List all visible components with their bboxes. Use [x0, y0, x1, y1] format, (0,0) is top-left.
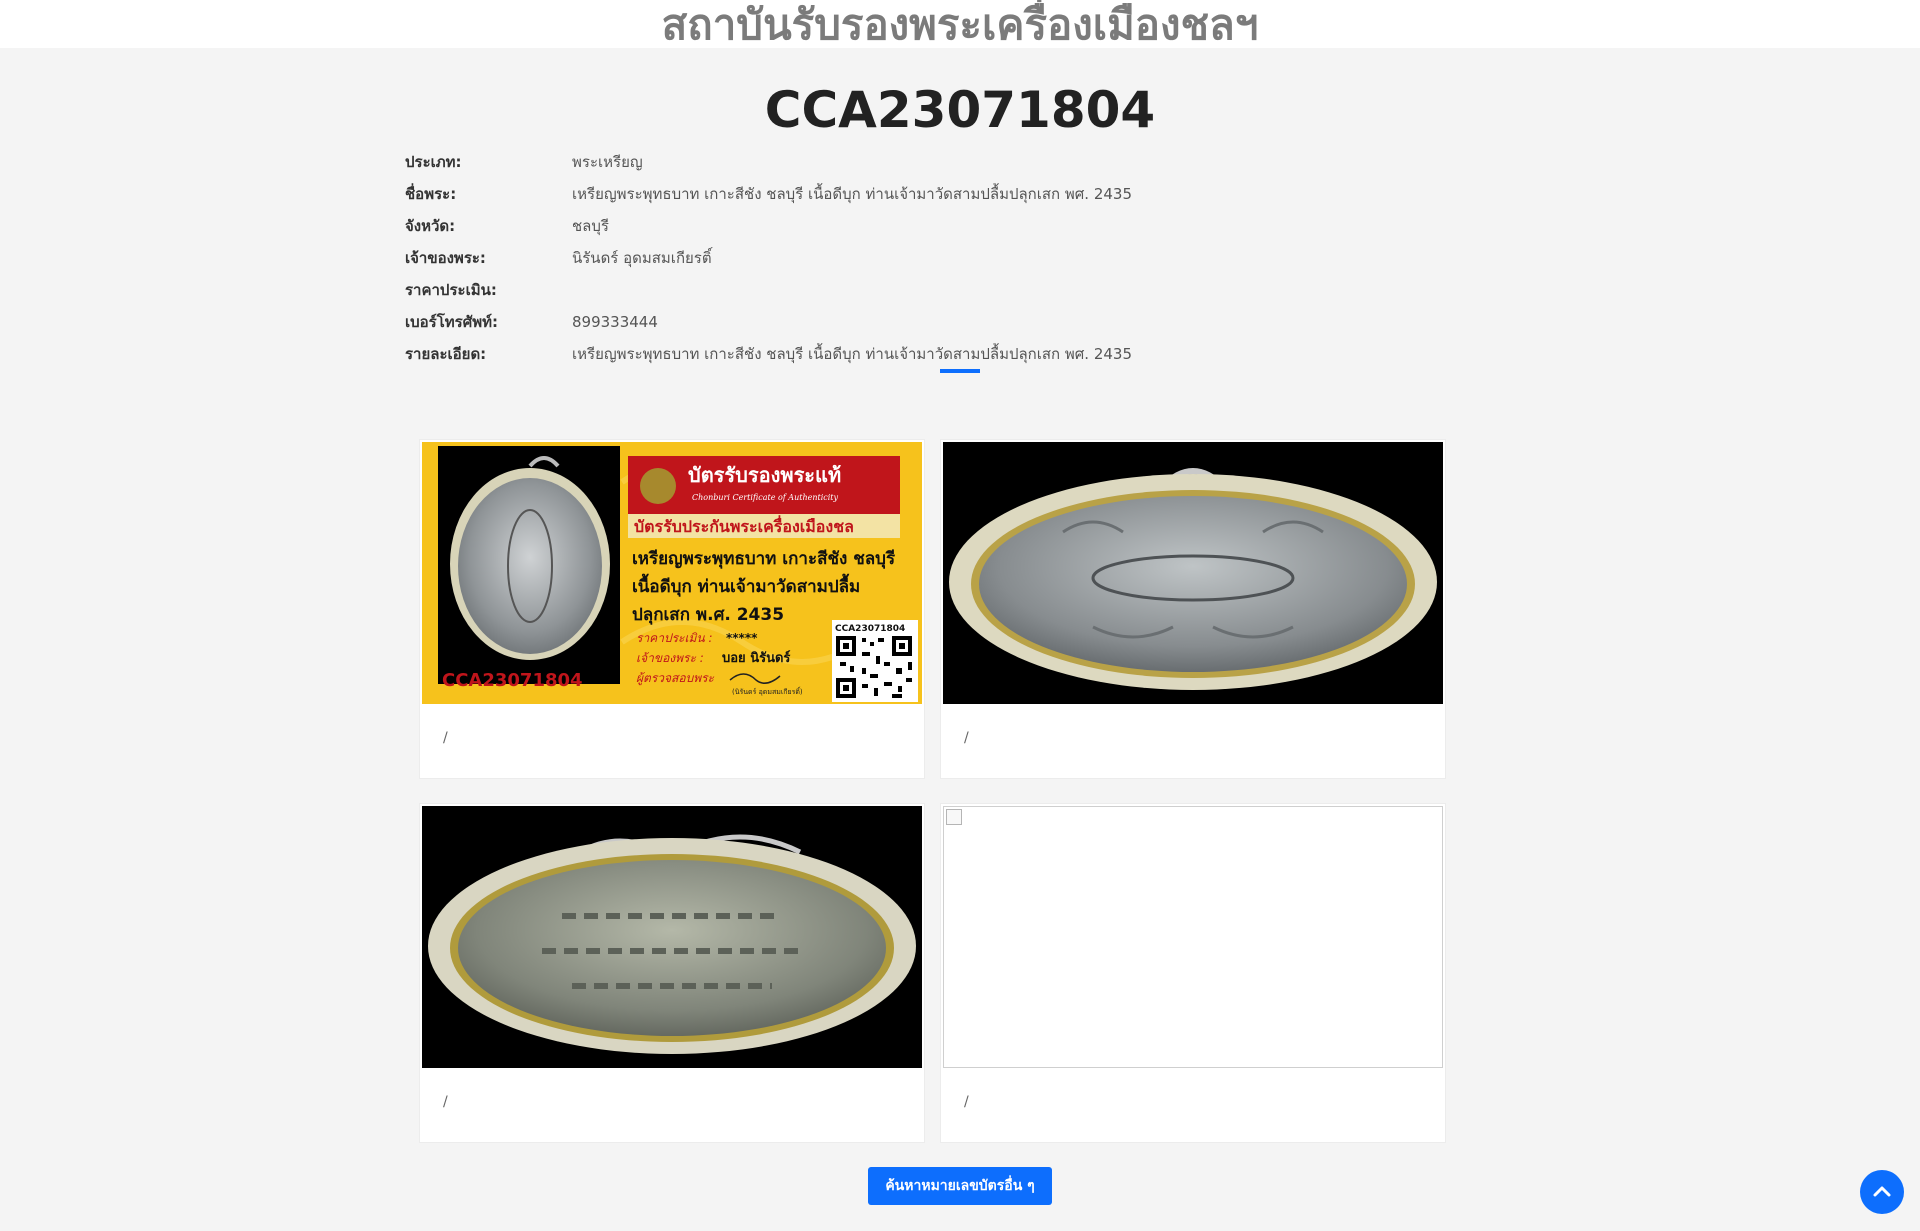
amulet-back-image[interactable] — [422, 806, 922, 1068]
gallery-card: บัตรรับรองพระแท้ Chonburi Certificate of… — [419, 439, 925, 779]
detail-row-name: ชื่อพระ: เหรียญพระพุทธบาท เกาะสีชัง ชลบุ… — [405, 182, 1505, 214]
card-caption: / — [964, 730, 969, 746]
detail-label: รายละเอียด: — [405, 345, 487, 363]
detail-value: เหรียญพระพุทธบาท เกาะสีชัง ชลบุรี เนื้อด… — [572, 185, 1133, 203]
detail-row-province: จังหวัด: ชลบุรี — [405, 214, 1505, 246]
card-signature-name: (นิรันดร์ อุดมสมเกียรติ์) — [732, 686, 803, 696]
card-banner-band: บัตรรับประกันพระเครื่องเมืองชล — [634, 515, 854, 536]
detail-label: ประเภท: — [405, 153, 462, 171]
detail-label: จังหวัด: — [405, 217, 456, 235]
card-caption: / — [443, 730, 448, 746]
site-title: สถาบันรับรองพระเครื่องเมืองชลฯ — [661, 0, 1259, 49]
card-banner-title: บัตรรับรองพระแท้ — [688, 463, 841, 487]
detail-label: ราคาประเมิน: — [405, 281, 497, 299]
broken-image-icon — [946, 809, 962, 825]
card-price-label: ราคาประเมิน : — [636, 631, 713, 645]
broken-image-placeholder[interactable] — [943, 806, 1443, 1068]
detail-value: ชลบุรี — [572, 217, 609, 235]
detail-row-type: ประเภท: พระเหรียญ — [405, 150, 1505, 182]
detail-row-price: ราคาประเมิน: — [405, 278, 1505, 310]
card-inspector-label: ผู้ตรวจสอบพระ — [636, 671, 715, 686]
card-line-3: ปลุกเสก พ.ศ. 2435 — [632, 605, 784, 625]
card-line-2: เนื้อดีบุก ท่านเจ้ามาวัดสามปลื้ม — [632, 573, 860, 597]
card-caption: / — [964, 1094, 969, 1110]
detail-value: นิรันดร์ อุดมสมเกียรติ์ — [572, 249, 712, 267]
detail-value: 899333444 — [572, 313, 658, 331]
scroll-to-top-button[interactable] — [1860, 1170, 1904, 1214]
card-code: CCA23071804 — [442, 670, 583, 691]
card-owner-value: บอย นิรันดร์ — [722, 650, 790, 666]
certificate-code-heading: CCA23071804 — [764, 81, 1156, 139]
detail-label: ชื่อพระ: — [405, 185, 457, 203]
search-other-cards-button[interactable]: ค้นหาหมายเลขบัตรอื่น ๆ — [868, 1167, 1052, 1205]
gallery-card: / — [419, 803, 925, 1143]
gallery-card: / — [940, 439, 1446, 779]
amulet-back-graphic — [422, 806, 922, 1068]
detail-row-phone: เบอร์โทรศัพท์: 899333444 — [405, 310, 1505, 342]
qr-code-label: CCA23071804 — [835, 624, 905, 634]
detail-value: พระเหรียญ — [572, 153, 643, 171]
detail-row-owner: เจ้าของพระ: นิรันดร์ อุดมสมเกียรติ์ — [405, 246, 1505, 278]
card-owner-label: เจ้าของพระ : — [636, 651, 704, 665]
section-divider — [940, 369, 980, 373]
amulet-front-graphic — [943, 442, 1443, 704]
detail-label: เจ้าของพระ: — [405, 249, 486, 267]
top-header-bar: สถาบันรับรองพระเครื่องเมืองชลฯ — [0, 0, 1920, 49]
certificate-card-graphic: บัตรรับรองพระแท้ Chonburi Certificate of… — [422, 442, 922, 704]
chevron-up-icon — [1873, 1186, 1891, 1197]
detail-label: เบอร์โทรศัพท์: — [405, 313, 499, 331]
card-price-value: ***** — [726, 631, 758, 645]
gallery-card: / — [940, 803, 1446, 1143]
certificate-card-image[interactable]: บัตรรับรองพระแท้ Chonburi Certificate of… — [422, 442, 922, 704]
amulet-front-image[interactable] — [943, 442, 1443, 704]
certificate-details: ประเภท: พระเหรียญ ชื่อพระ: เหรียญพระพุทธ… — [405, 150, 1505, 374]
detail-value: เหรียญพระพุทธบาท เกาะสีชัง ชลบุรี เนื้อด… — [572, 345, 1133, 363]
card-line-1: เหรียญพระพุทธบาท เกาะสีชัง ชลบุรี — [632, 548, 896, 569]
card-caption: / — [443, 1094, 448, 1110]
card-banner-subtitle: Chonburi Certificate of Authenticity — [692, 493, 839, 502]
